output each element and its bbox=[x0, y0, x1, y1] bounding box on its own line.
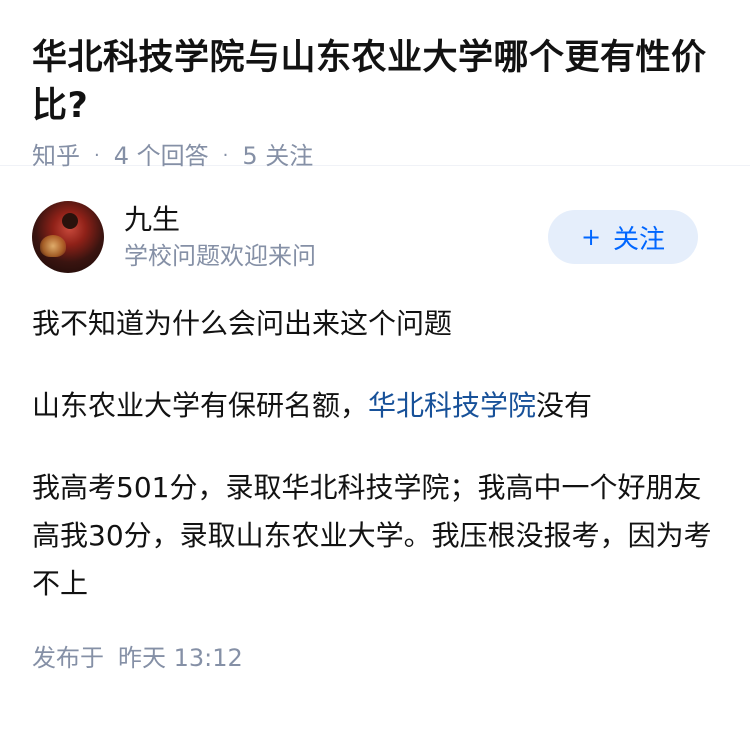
site-name[interactable]: 知乎 bbox=[32, 140, 80, 172]
answer-paragraph: 山东农业大学有保研名额，华北科技学院没有 bbox=[32, 382, 718, 430]
author-row: 九生 学校问题欢迎来问 + 关注 bbox=[32, 200, 718, 274]
publish-timestamp: 昨天 13:12 bbox=[118, 644, 243, 672]
school-link[interactable]: 华北科技学院 bbox=[368, 389, 536, 422]
author-headline: 学校问题欢迎来问 bbox=[124, 242, 316, 270]
answer-paragraph: 我不知道为什么会问出来这个问题 bbox=[32, 307, 453, 340]
avatar[interactable] bbox=[32, 201, 104, 273]
answer-card: 九生 学校问题欢迎来问 + 关注 我不知道为什么会问出来这个问题 山东农业大学有… bbox=[0, 166, 750, 674]
follower-count: 5 关注 bbox=[242, 142, 314, 170]
separator-dot: · bbox=[222, 145, 229, 166]
answer-text: 没有 bbox=[536, 389, 593, 422]
publish-label: 发布于 bbox=[32, 644, 104, 672]
question-title[interactable]: 华北科技学院与山东农业大学哪个更有性价比? bbox=[32, 34, 718, 130]
publish-time: 发布于 昨天 13:12 bbox=[32, 642, 718, 674]
question-header: 华北科技学院与山东农业大学哪个更有性价比? 知乎 · 4 个回答 · 5 关注 bbox=[0, 0, 750, 170]
answer-content: 我不知道为什么会问出来这个问题 山东农业大学有保研名额，华北科技学院没有 我高考… bbox=[32, 300, 718, 608]
author-info: 九生 学校问题欢迎来问 bbox=[124, 202, 548, 272]
avatar-figure bbox=[62, 213, 78, 229]
follow-label: 关注 bbox=[613, 224, 666, 255]
answer-count[interactable]: 4 个回答 bbox=[114, 140, 209, 172]
answer-paragraph: 我高考501分，录取华北科技学院；我高中一个好朋友高我30分，录取山东农业大学。… bbox=[32, 471, 712, 600]
author-name[interactable]: 九生 bbox=[124, 202, 548, 238]
plus-icon: + bbox=[580, 223, 602, 251]
answer-text: 山东农业大学有保研名额， bbox=[32, 389, 369, 422]
follow-button[interactable]: + 关注 bbox=[548, 210, 698, 264]
separator-dot: · bbox=[94, 145, 100, 166]
avatar-lantern-glow bbox=[40, 235, 66, 257]
